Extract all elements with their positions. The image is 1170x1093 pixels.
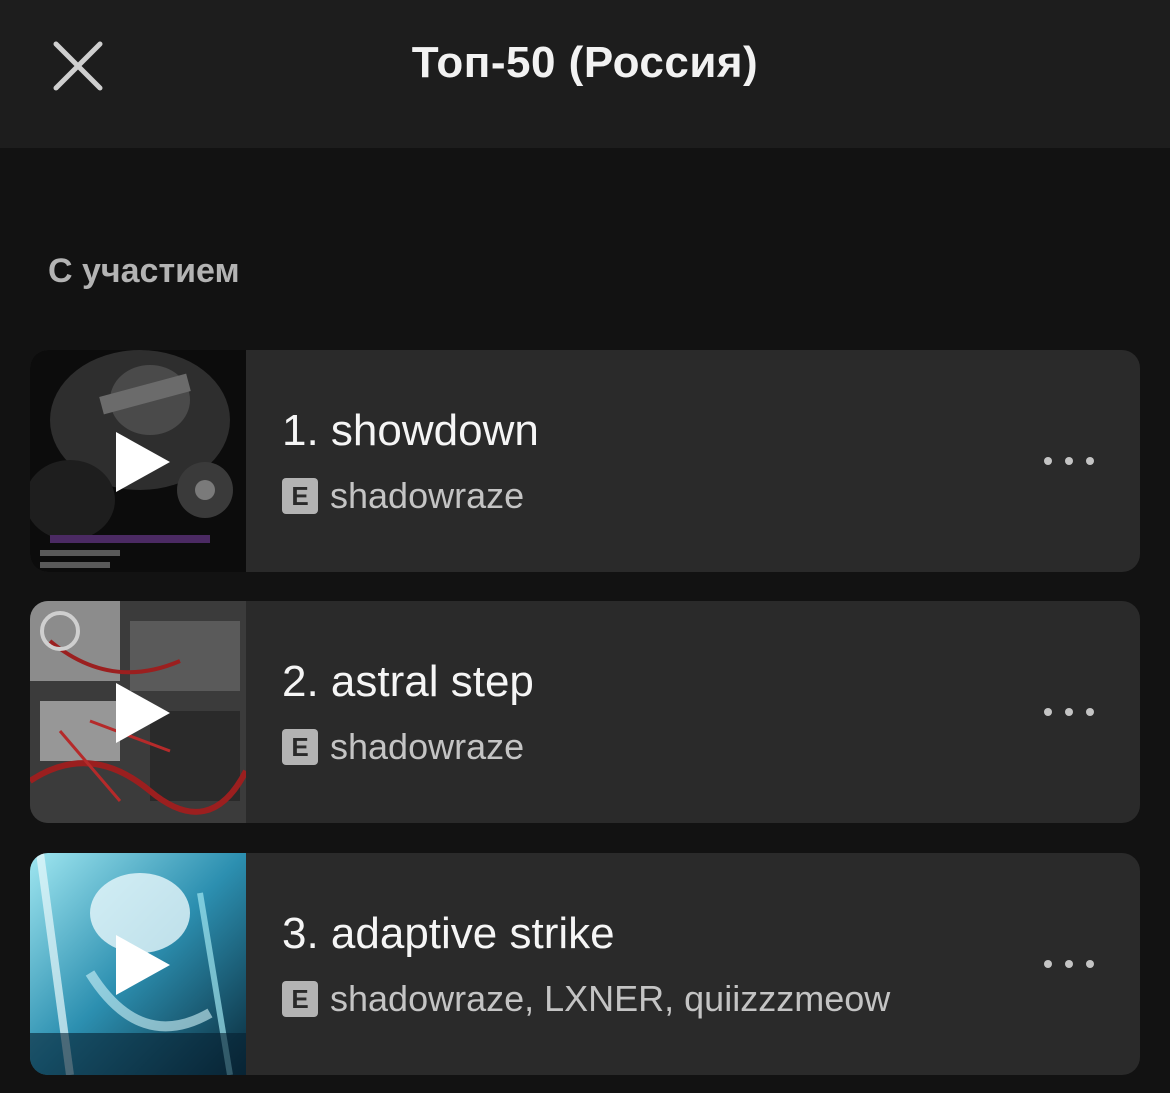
page-title: Топ-50 (Россия) xyxy=(411,38,759,87)
play-icon[interactable] xyxy=(112,430,172,494)
track-title[interactable]: 2. astral step xyxy=(282,657,534,707)
header-bar: Топ-50 (Россия) xyxy=(0,0,1170,148)
section-heading: С участием xyxy=(48,252,240,290)
explicit-icon: E xyxy=(282,729,318,765)
track-artists[interactable]: shadowraze xyxy=(330,475,524,517)
dot xyxy=(1065,457,1073,465)
track-subtitle: E shadowraze, LXNER, quiizzzmeow xyxy=(282,978,890,1020)
dot xyxy=(1065,708,1073,716)
more-options-icon[interactable] xyxy=(1044,446,1094,476)
dot xyxy=(1086,708,1094,716)
more-options-icon[interactable] xyxy=(1044,697,1094,727)
play-icon[interactable] xyxy=(112,681,172,745)
play-icon[interactable] xyxy=(112,933,172,997)
dot xyxy=(1086,960,1094,968)
track-card-1[interactable]: 1. showdown E shadowraze xyxy=(30,350,1140,572)
more-options-icon[interactable] xyxy=(1044,949,1094,979)
dot xyxy=(1086,457,1094,465)
dot xyxy=(1044,960,1052,968)
album-cover-3[interactable] xyxy=(30,853,246,1075)
explicit-icon: E xyxy=(282,981,318,1017)
track-artists[interactable]: shadowraze, LXNER, quiizzzmeow xyxy=(330,978,890,1020)
album-cover-1[interactable] xyxy=(30,350,246,572)
track-title[interactable]: 1. showdown xyxy=(282,406,539,456)
dot xyxy=(1044,457,1052,465)
track-artists[interactable]: shadowraze xyxy=(330,726,524,768)
track-title[interactable]: 3. adaptive strike xyxy=(282,909,615,959)
track-card-2[interactable]: 2. astral step E shadowraze xyxy=(30,601,1140,823)
track-subtitle: E shadowraze xyxy=(282,726,524,768)
dot xyxy=(1044,708,1052,716)
track-subtitle: E shadowraze xyxy=(282,475,524,517)
explicit-icon: E xyxy=(282,478,318,514)
dot xyxy=(1065,960,1073,968)
album-cover-2[interactable] xyxy=(30,601,246,823)
track-card-3[interactable]: 3. adaptive strike E shadowraze, LXNER, … xyxy=(30,853,1140,1075)
